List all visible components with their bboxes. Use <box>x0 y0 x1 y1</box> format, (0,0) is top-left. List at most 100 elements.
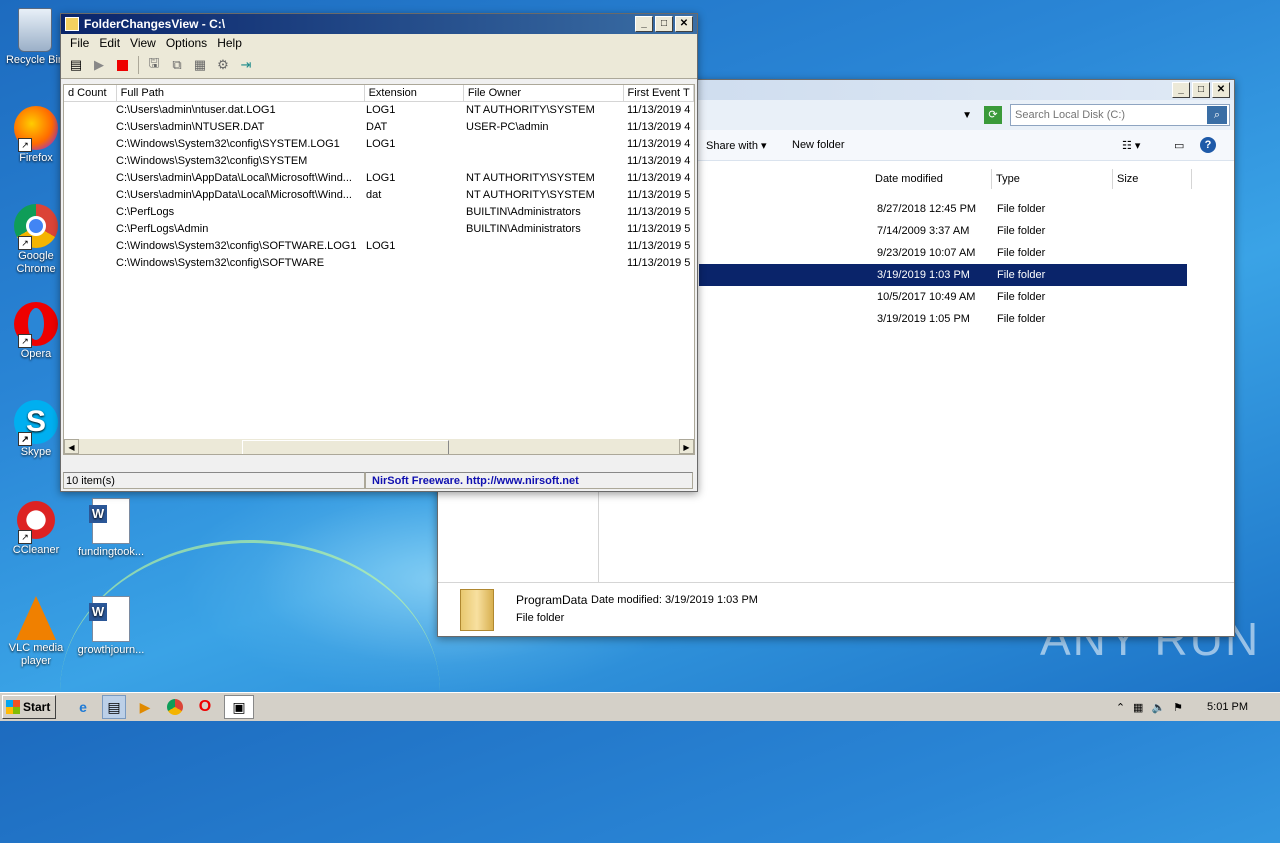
cell-file-owner: NT AUTHORITY\SYSTEM <box>466 189 595 201</box>
cell-count <box>64 238 112 255</box>
media-player-icon[interactable]: ▶ <box>134 696 156 718</box>
cell-type: File folder <box>997 291 1046 303</box>
column-type[interactable]: Type <box>992 169 1113 189</box>
cell-first-event: 11/13/2019 5 <box>627 223 691 235</box>
column-file-owner[interactable]: File Owner <box>464 85 624 101</box>
desktop-icon-ccleaner[interactable]: ↗ CCleaner <box>1 498 71 557</box>
navigation-pane[interactable] <box>438 490 599 582</box>
copy-icon[interactable]: ⧉ <box>168 56 186 74</box>
cell-file-owner: BUILTIN\Administrators <box>466 223 581 235</box>
refresh-icon[interactable]: ⟳ <box>984 106 1002 124</box>
start-button[interactable]: Start <box>2 695 56 719</box>
horizontal-scrollbar[interactable]: ◀ ▶ <box>64 439 694 454</box>
app-icon <box>65 17 79 31</box>
minimize-button[interactable]: _ <box>1172 82 1190 98</box>
column-date-modified[interactable]: Date modified <box>871 169 992 189</box>
table-row[interactable]: C:\PerfLogs BUILTIN\Administrators 11/13/2… <box>64 204 693 221</box>
fcv-titlebar[interactable]: FolderChangesView - C:\ _ □ ✕ <box>61 14 697 34</box>
cell-count <box>64 170 112 187</box>
close-button[interactable]: ✕ <box>1212 82 1230 98</box>
cell-full-path: C:\Windows\System32\config\SYSTEM.LOG1 <box>116 138 340 150</box>
table-row[interactable]: C:\Windows\System32\config\SYSTEM 11/13/2… <box>64 153 693 170</box>
column-extension[interactable]: Extension <box>365 85 464 101</box>
menu-help[interactable]: Help <box>212 36 247 50</box>
view-options-icon[interactable]: ☷ ▾ <box>1122 139 1140 152</box>
folderchangesview-task-icon[interactable]: ▣ <box>224 695 254 719</box>
properties-icon[interactable]: ⚙ <box>214 56 232 74</box>
cell-extension <box>362 204 462 221</box>
opera-icon[interactable]: O <box>194 696 216 718</box>
menu-view[interactable]: View <box>125 36 161 50</box>
new-folder-button[interactable]: New folder <box>792 139 845 151</box>
chrome-icon[interactable] <box>164 696 186 718</box>
desktop-icon-growthjourn[interactable]: W growthjourn... <box>76 596 146 657</box>
list-item[interactable]: 3/19/2019 1:05 PM File folder <box>699 308 1187 330</box>
cell-type: File folder <box>997 203 1046 215</box>
desktop-icon-fundingtook[interactable]: W fundingtook... <box>76 498 146 559</box>
stop-icon[interactable] <box>113 56 131 74</box>
list-item[interactable]: 7/14/2009 3:37 AM File folder <box>699 220 1187 242</box>
clock[interactable]: 5:01 PM <box>1207 701 1248 713</box>
search-input[interactable] <box>1011 108 1207 122</box>
address-dropdown-icon[interactable]: ▼ <box>962 110 972 121</box>
table-row[interactable]: C:\PerfLogs\Admin BUILTIN\Administrators 1… <box>64 221 693 238</box>
folder-icon <box>460 589 494 631</box>
scroll-thumb[interactable] <box>242 440 449 454</box>
search-icon[interactable]: ⌕ <box>1207 106 1227 124</box>
column-count[interactable]: d Count <box>64 85 117 101</box>
table-row[interactable]: C:\Users\admin\NTUSER.DAT DAT USER-PC\admi… <box>64 119 693 136</box>
close-button[interactable]: ✕ <box>675 16 693 32</box>
list-item[interactable]: 3/19/2019 1:03 PM File folder <box>699 264 1187 286</box>
list-item[interactable]: 8/27/2018 12:45 PM File folder <box>699 198 1187 220</box>
volume-icon[interactable]: 🔈 <box>1151 701 1165 714</box>
menu-file[interactable]: File <box>65 36 94 50</box>
html-report-icon[interactable]: ▦ <box>191 56 209 74</box>
table-row[interactable]: C:\Users\admin\AppData\Local\Microsoft\W… <box>64 170 693 187</box>
start-label: Start <box>23 700 51 714</box>
column-full-path[interactable]: Full Path <box>117 85 365 101</box>
cell-first-event: 11/13/2019 4 <box>627 172 691 184</box>
cell-count <box>64 153 112 170</box>
menu-options[interactable]: Options <box>161 36 212 50</box>
list-item[interactable]: 9/23/2019 10:07 AM File folder <box>699 242 1187 264</box>
maximize-button[interactable]: □ <box>655 16 673 32</box>
preview-pane-icon[interactable]: ▭ <box>1174 139 1184 152</box>
desktop-icon-label: fundingtook... <box>77 546 145 558</box>
exit-icon[interactable]: ⇥ <box>237 56 255 74</box>
desktop-icon-vlc[interactable]: VLC media player <box>1 596 71 668</box>
list-item[interactable]: 10/5/2017 10:49 AM File folder <box>699 286 1187 308</box>
menu-edit[interactable]: Edit <box>94 36 125 50</box>
scroll-left-icon[interactable]: ◀ <box>64 439 79 454</box>
table-row[interactable]: C:\Users\admin\AppData\Local\Microsoft\W… <box>64 187 693 204</box>
folderchangesview-window[interactable]: FolderChangesView - C:\ _ □ ✕ File Edit … <box>60 13 698 492</box>
save-icon[interactable]: 🖫 <box>145 55 163 74</box>
fcv-list[interactable]: d Count Full Path Extension File Owner F… <box>63 84 695 455</box>
tray-arrow-icon[interactable]: ⌃ <box>1116 701 1125 714</box>
flag-icon[interactable]: ⚑ <box>1173 701 1183 714</box>
status-nirsoft-link[interactable]: NirSoft Freeware. http://www.nirsoft.net <box>365 472 693 489</box>
table-row[interactable]: C:\Windows\System32\config\SOFTWARE.LOG1… <box>64 238 693 255</box>
maximize-button[interactable]: □ <box>1192 82 1210 98</box>
ie-icon[interactable]: e <box>72 696 94 718</box>
table-row[interactable]: C:\Windows\System32\config\SYSTEM.LOG1 LO… <box>64 136 693 153</box>
column-first-event[interactable]: First Event T <box>624 85 694 101</box>
minimize-button[interactable]: _ <box>635 16 653 32</box>
start-icon[interactable]: ▶ <box>90 56 108 74</box>
table-row[interactable]: C:\Windows\System32\config\SOFTWARE 11/13… <box>64 255 693 272</box>
help-icon[interactable]: ? <box>1200 137 1216 153</box>
cell-count <box>64 187 112 204</box>
cell-file-owner: NT AUTHORITY\SYSTEM <box>466 104 595 116</box>
share-with-button[interactable]: Share with ▾ <box>706 139 767 152</box>
table-row[interactable]: C:\Users\admin\ntuser.dat.LOG1 LOG1 NT AUT… <box>64 102 693 119</box>
cell-first-event: 11/13/2019 4 <box>627 121 691 133</box>
new-scan-icon[interactable]: ▤ <box>67 56 85 74</box>
explorer-folder-icon[interactable]: ▤ <box>102 695 126 719</box>
network-icon[interactable]: ▦ <box>1133 701 1143 714</box>
cell-full-path: C:\PerfLogs\Admin <box>116 223 209 235</box>
cell-extension <box>362 221 462 238</box>
column-size[interactable]: Size <box>1113 169 1192 189</box>
scroll-right-icon[interactable]: ▶ <box>679 439 694 454</box>
vlc-icon <box>16 596 56 640</box>
word-document-icon: W <box>89 498 130 544</box>
fcv-column-headers: d Count Full Path Extension File Owner F… <box>64 85 694 102</box>
